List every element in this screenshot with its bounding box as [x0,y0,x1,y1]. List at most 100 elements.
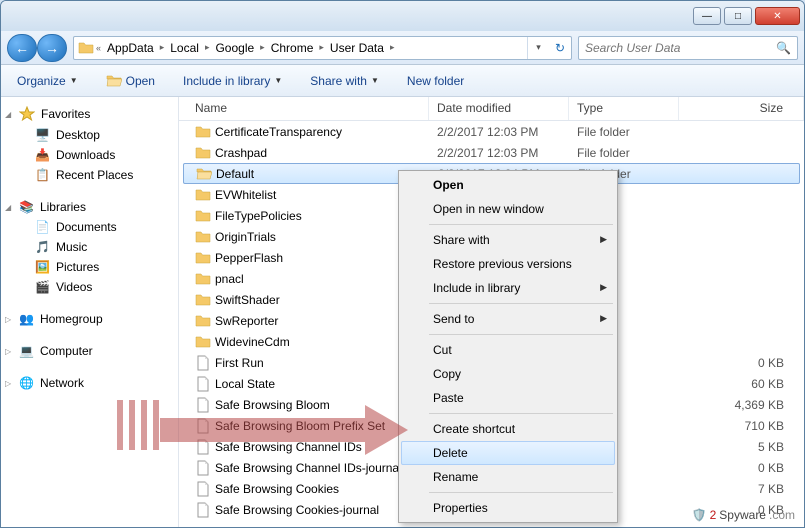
breadcrumb-item[interactable]: Local [166,39,203,57]
folder-open-icon [106,73,122,89]
maximize-button[interactable]: □ [724,7,752,25]
include-in-library-button[interactable]: Include in library ▼ [177,70,288,92]
ctx-open-new-window[interactable]: Open in new window [401,197,615,221]
folder-icon [195,187,211,203]
file-size: 0 KB [687,461,804,475]
file-name: FileTypePolicies [215,209,302,223]
file-size: 5 KB [687,440,804,454]
file-name: pnacl [215,272,244,286]
ctx-cut[interactable]: Cut [401,338,615,362]
sidebar-item-pictures[interactable]: 🖼️Pictures [1,257,178,277]
folder-icon [195,334,211,350]
ctx-copy[interactable]: Copy [401,362,615,386]
separator [429,303,613,304]
sidebar-item-music[interactable]: 🎵Music [1,237,178,257]
folder-icon [195,229,211,245]
chevron-right-icon: ▸ [390,42,395,53]
homegroup-icon: 👥 [19,312,34,326]
music-icon: 🎵 [35,240,50,254]
chevron-down-icon: ▼ [371,76,379,85]
ctx-rename[interactable]: Rename [401,465,615,489]
submenu-arrow-icon: ▶ [600,282,607,293]
ctx-send-to[interactable]: Send to▶ [401,307,615,331]
file-date: 2/2/2017 12:03 PM [437,146,577,160]
computer-icon: 💻 [19,344,34,358]
star-icon [19,106,35,122]
search-icon: 🔍 [776,41,791,55]
file-icon [195,376,211,392]
sidebar-network[interactable]: ▷🌐Network [1,373,178,393]
separator [429,334,613,335]
address-dropdown[interactable]: ▾ [527,37,549,59]
file-icon [195,460,211,476]
chevron-right-icon: ▸ [205,42,210,53]
refresh-button[interactable]: ↻ [549,37,571,59]
ctx-delete[interactable]: Delete [401,441,615,465]
chevron-right-icon: ▸ [260,42,265,53]
column-type[interactable]: Type [569,97,679,120]
breadcrumb-item[interactable]: Chrome [267,39,318,57]
sidebar-item-downloads[interactable]: 📥Downloads [1,145,178,165]
folder-icon [195,250,211,266]
sidebar-libraries[interactable]: ◢📚Libraries [1,197,178,217]
organize-button[interactable]: Organize ▼ [11,70,84,92]
new-folder-button[interactable]: New folder [401,70,470,92]
breadcrumb-item[interactable]: Google [211,39,258,57]
collapse-icon: ◢ [5,110,11,119]
open-button[interactable]: Open [100,69,161,93]
column-date[interactable]: Date modified [429,97,569,120]
column-name[interactable]: Name [179,97,429,120]
sidebar-item-documents[interactable]: 📄Documents [1,217,178,237]
file-icon [195,355,211,371]
file-name: Safe Browsing Channel IDs-journal [215,461,402,475]
file-name: Safe Browsing Bloom [215,398,330,412]
search-box[interactable]: 🔍 [578,36,798,60]
ctx-paste[interactable]: Paste [401,386,615,410]
file-name: SwReporter [215,314,278,328]
chevron-right-icon: ▸ [160,42,165,53]
submenu-arrow-icon: ▶ [600,313,607,324]
breadcrumb: « AppData▸ Local▸ Google▸ Chrome▸ User D… [74,39,527,57]
address-bar[interactable]: « AppData▸ Local▸ Google▸ Chrome▸ User D… [73,36,572,60]
chevron-right-icon: « [96,43,101,53]
file-name: Safe Browsing Cookies-journal [215,503,379,517]
minimize-button[interactable]: — [693,7,721,25]
download-icon: 📥 [35,148,50,162]
ctx-properties[interactable]: Properties [401,496,615,520]
breadcrumb-item[interactable]: AppData [103,39,158,57]
file-name: Safe Browsing Cookies [215,482,339,496]
search-input[interactable] [585,41,776,55]
breadcrumb-item[interactable]: User Data [326,39,388,57]
table-row[interactable]: CertificateTransparency2/2/2017 12:03 PM… [179,121,804,142]
ctx-create-shortcut[interactable]: Create shortcut [401,417,615,441]
sidebar-item-desktop[interactable]: 🖥️Desktop [1,125,178,145]
file-name: Default [216,167,254,181]
expand-icon: ▷ [5,315,11,324]
table-row[interactable]: Crashpad2/2/2017 12:03 PMFile folder [179,142,804,163]
share-with-button[interactable]: Share with ▼ [304,70,385,92]
back-button[interactable]: ← [7,34,37,62]
titlebar: — □ ✕ [1,1,804,31]
sidebar-item-videos[interactable]: 🎬Videos [1,277,178,297]
ctx-open[interactable]: Open [401,173,615,197]
sidebar-item-recent-places[interactable]: 📋Recent Places [1,165,178,185]
forward-button[interactable]: → [37,34,67,62]
file-size: 4,369 KB [687,398,804,412]
file-name: OriginTrials [215,230,276,244]
ctx-restore-versions[interactable]: Restore previous versions [401,252,615,276]
close-button[interactable]: ✕ [755,7,800,25]
submenu-arrow-icon: ▶ [600,234,607,245]
folder-icon [195,292,211,308]
file-size: 0 KB [687,356,804,370]
column-headers: Name Date modified Type Size [179,97,804,121]
file-icon [195,439,211,455]
sidebar-computer[interactable]: ▷💻Computer [1,341,178,361]
separator [429,413,613,414]
column-size[interactable]: Size [679,97,804,120]
ctx-include-in-library[interactable]: Include in library▶ [401,276,615,300]
sidebar-homegroup[interactable]: ▷👥Homegroup [1,309,178,329]
documents-icon: 📄 [35,220,50,234]
sidebar-favorites[interactable]: ◢Favorites [1,103,178,125]
folder-icon [195,124,211,140]
ctx-share-with[interactable]: Share with▶ [401,228,615,252]
